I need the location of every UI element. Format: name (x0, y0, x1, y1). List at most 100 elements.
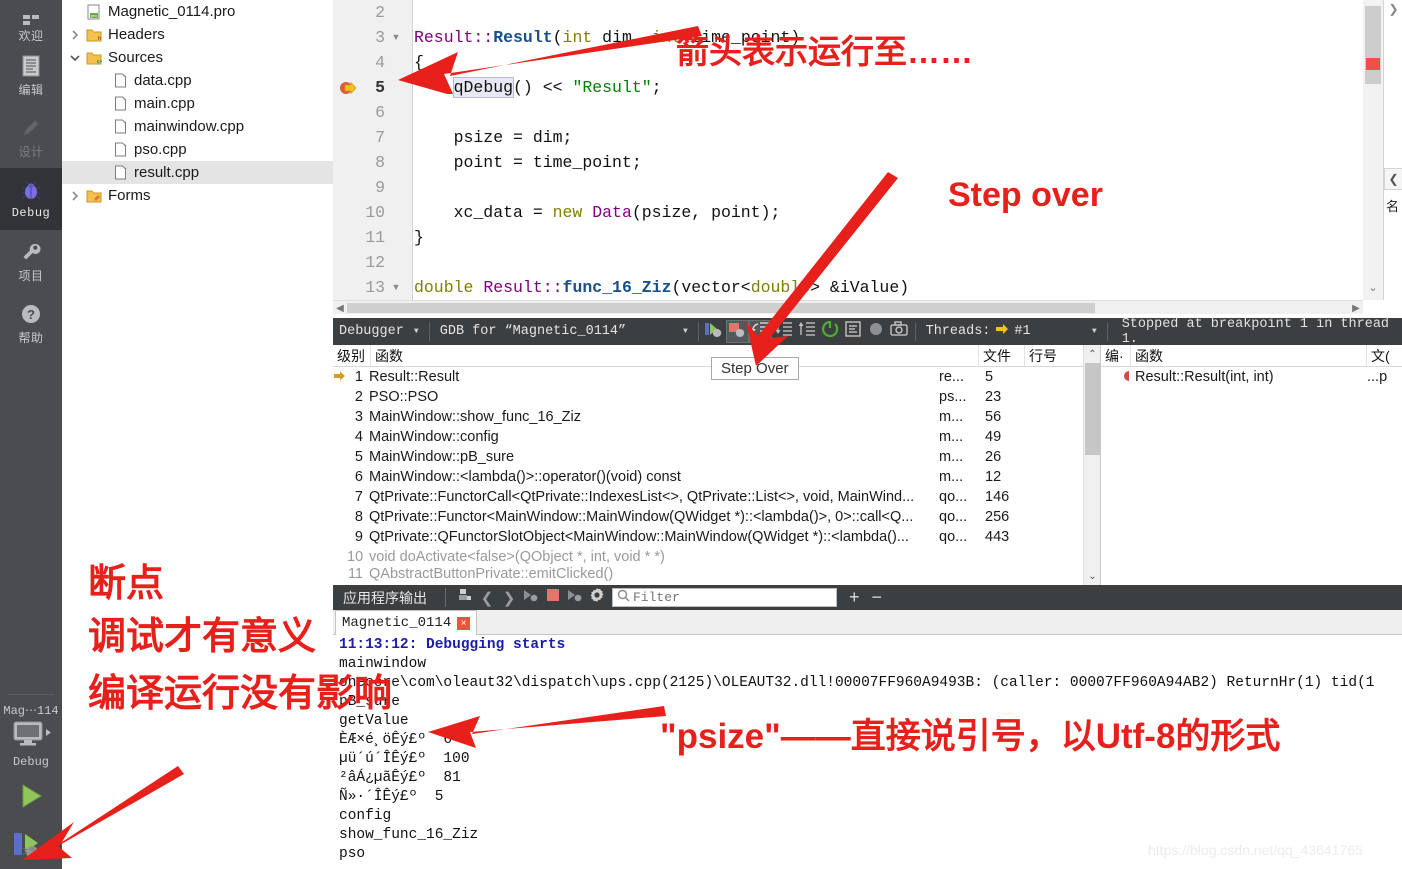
stack-row[interactable]: 11 QAbstractButtonPrivate::emitClicked() (333, 567, 1100, 581)
scroll-right-icon[interactable]: ▶ (1349, 301, 1363, 315)
stack-header-file[interactable]: 文件 (979, 344, 1025, 367)
mode-item-label: 设计 (18, 144, 44, 159)
mode-item-welcome[interactable]: 欢迎 (0, 0, 62, 44)
stack-level: 1 (354, 369, 363, 385)
mode-item-debug[interactable]: Debug (0, 168, 62, 230)
breakpoints-header-file[interactable]: 文( (1367, 345, 1401, 367)
scrollbar-thumb[interactable] (1365, 6, 1381, 84)
divider (445, 588, 446, 607)
chevron-right-icon[interactable] (66, 190, 84, 201)
tree-item-data-cpp[interactable]: ++ data.cpp (62, 69, 333, 92)
mode-item-label: 帮助 (18, 330, 44, 345)
code-line: psize = dim; (414, 125, 1363, 150)
svg-text:c+: c+ (97, 59, 102, 65)
chevron-down-icon[interactable]: ▼ (1092, 327, 1097, 336)
scroll-up-icon[interactable]: ⌃ (1084, 345, 1101, 363)
tree-item-main-cpp[interactable]: ++ main.cpp (62, 92, 333, 115)
divider (914, 322, 916, 341)
filter-box[interactable] (612, 588, 837, 607)
filter-input[interactable] (633, 590, 823, 605)
sidebar-collapse-button[interactable]: ❮ (1384, 168, 1402, 190)
debugger-mode-combo[interactable]: Debugger ▼ (333, 318, 425, 345)
stack-function: Result::Result (369, 369, 460, 385)
stack-row[interactable]: 10 void doActivate<false>(QObject *, int… (333, 547, 1100, 567)
mode-item-help[interactable]: ? 帮助 (0, 292, 62, 354)
stop-button[interactable] (542, 587, 564, 608)
breakpoints-view[interactable]: 编· 函数 文( Result::Result(int, int) ...p (1101, 344, 1402, 585)
tree-item-result-cpp[interactable]: ++ result.cpp (62, 161, 333, 184)
stack-header-line[interactable]: 行号 (1025, 345, 1067, 367)
close-icon[interactable]: × (457, 616, 471, 630)
scroll-down-icon[interactable]: ⌄ (1084, 567, 1101, 585)
run-icon (567, 588, 583, 607)
tree-item-pso-cpp[interactable]: ++ pso.cpp (62, 138, 333, 161)
console-line: config (339, 808, 392, 824)
stack-row[interactable]: 6 MainWindow::<lambda()>::operator()(voi… (333, 467, 1100, 487)
stack-line: 5 (985, 369, 994, 385)
stack-row[interactable]: 3 MainWindow::show_func_16_Ziz m... 56 (333, 407, 1100, 427)
chevron-down-icon[interactable] (66, 53, 84, 63)
stack-row[interactable]: 2 PSO::PSO ps... 23 (333, 387, 1100, 407)
stack-file: qo... (939, 509, 968, 525)
breakpoints-header-function[interactable]: 函数 (1131, 344, 1367, 367)
settings-button[interactable] (586, 587, 608, 608)
line-number: 5 (375, 78, 385, 97)
mode-selector-bar: 欢迎 编辑 设计 Debug 项目 ? 帮助 Mag⋯114 Debug (0, 0, 62, 869)
stack-row[interactable]: 9 QtPrivate::QFunctorSlotObject<MainWind… (333, 527, 1100, 547)
attach-debugger-button[interactable] (520, 587, 542, 608)
tree-item-forms[interactable]: Forms (62, 184, 333, 207)
breakpoint-row[interactable]: Result::Result(int, int) ...p (1101, 367, 1402, 387)
next-item-button[interactable]: ❯ (498, 587, 520, 608)
code-token: xc_data = (414, 203, 553, 222)
thread-selector[interactable]: Threads: #1 ▼ (920, 318, 1103, 345)
scroll-left-icon[interactable]: ◀ (333, 301, 347, 315)
stack-function: QtPrivate::QFunctorSlotObject<MainWindow… (369, 529, 909, 545)
mode-item-edit[interactable]: 编辑 (0, 44, 62, 106)
stack-function: PSO::PSO (369, 389, 439, 405)
stack-header-level[interactable]: 级别 (333, 344, 371, 367)
search-icon (617, 589, 630, 607)
stack-file: m... (939, 409, 964, 425)
stack-row[interactable]: 8 QtPrivate::Functor<MainWindow::MainWin… (333, 507, 1100, 527)
stack-vertical-scrollbar[interactable]: ⌃ ⌄ (1083, 345, 1100, 585)
stack-row[interactable]: 7 QtPrivate::FunctorCall<QtPrivate::Inde… (333, 487, 1100, 507)
add-pane-button[interactable]: + (849, 587, 860, 608)
thread-value: #1 (1014, 324, 1031, 339)
line-number: 9 (375, 178, 385, 197)
pencil-design-icon (20, 115, 42, 141)
chevron-down-icon[interactable]: ▼ (414, 327, 419, 336)
svg-text:++: ++ (124, 143, 127, 148)
editor-vertical-scrollbar[interactable]: ⌄ (1363, 0, 1383, 300)
stack-row[interactable]: 5 MainWindow::pB_sure m... 26 (333, 447, 1100, 467)
line-number: 6 (375, 103, 385, 122)
tree-item-headers[interactable]: h Headers (62, 23, 333, 46)
divider (428, 322, 430, 341)
stack-file: qo... (939, 529, 968, 545)
scroll-down-icon[interactable]: ⌄ (1363, 281, 1383, 294)
stack-function: MainWindow::pB_sure (369, 449, 515, 465)
rerun-button[interactable] (564, 587, 586, 608)
prev-item-button[interactable]: ❮ (476, 587, 498, 608)
chevron-right-icon[interactable]: ❯ (1384, 0, 1402, 18)
stack-view[interactable]: 级别 函数 文件 行号 1 Result::Result re... 5 2 P… (333, 344, 1101, 585)
line-number: 2 (375, 3, 385, 22)
tree-item-magnetic-pro[interactable]: pro Magnetic_0114.pro (62, 0, 333, 23)
output-tab-magnetic[interactable]: Magnetic_0114 × (335, 610, 478, 635)
stack-row[interactable]: 4 MainWindow::config m... 49 (333, 427, 1100, 447)
mode-item-design[interactable]: 设计 (0, 106, 62, 168)
tree-item-mainwindow-cpp[interactable]: ++ mainwindow.cpp (62, 115, 333, 138)
chevron-down-icon[interactable]: ▼ (683, 327, 688, 336)
chevron-right-icon[interactable] (66, 29, 84, 40)
forms-folder-icon (84, 189, 104, 203)
remove-pane-button[interactable]: − (872, 587, 883, 608)
stack-level: 4 (354, 429, 363, 445)
fold-marker-icon[interactable]: ▼ (389, 275, 403, 300)
svg-text:h: h (98, 36, 101, 42)
mode-item-projects[interactable]: 项目 (0, 230, 62, 292)
clear-output-button[interactable] (454, 587, 476, 608)
tree-item-sources[interactable]: c+ Sources (62, 46, 333, 69)
breakpoints-header-number[interactable]: 编· (1101, 344, 1131, 367)
debugger-engine-combo[interactable]: GDB for “Magnetic_0114” ▼ (434, 318, 694, 345)
right-sidebar: ❯ ❮ 名 (1383, 0, 1402, 300)
scrollbar-thumb[interactable] (1085, 363, 1100, 455)
